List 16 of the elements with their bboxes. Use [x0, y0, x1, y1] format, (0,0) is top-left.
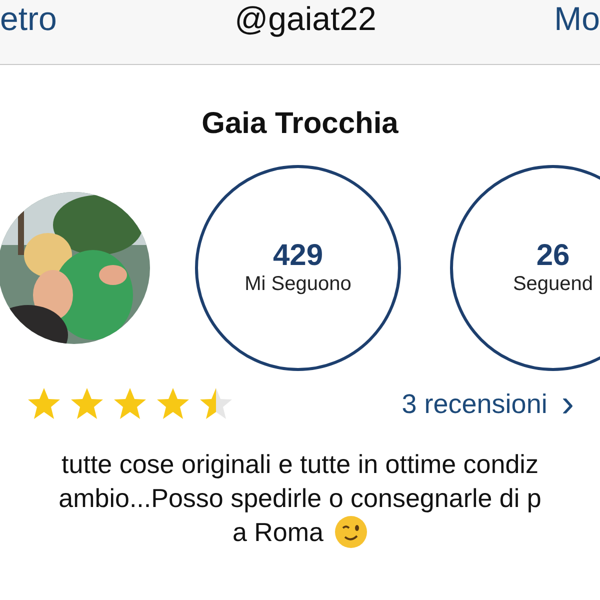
star-icon: [112, 386, 148, 422]
bio-text: tutte cose originali e tutte in ottime condiz: [62, 448, 538, 481]
wink-emoji-icon: [334, 515, 368, 549]
star-icon: [198, 386, 234, 422]
more-link[interactable]: Mo: [554, 0, 600, 38]
reviews-link[interactable]: 3 recensioni ›: [402, 388, 574, 420]
star-icon: [69, 386, 105, 422]
bio-text: a Roma: [232, 516, 324, 549]
star-icon: [26, 386, 62, 422]
stat-circle[interactable]: 26 Seguend: [450, 165, 600, 371]
username-title: @gaiat22: [234, 0, 376, 38]
profile-name: Gaia Trocchia: [202, 107, 398, 140]
stat-circle[interactable]: 429 Mi Seguono: [195, 165, 401, 371]
bio-text: ambio...Posso spedirle o consegnarle di p: [58, 482, 542, 515]
star-icon: [155, 386, 191, 422]
back-link[interactable]: etro: [0, 0, 57, 38]
